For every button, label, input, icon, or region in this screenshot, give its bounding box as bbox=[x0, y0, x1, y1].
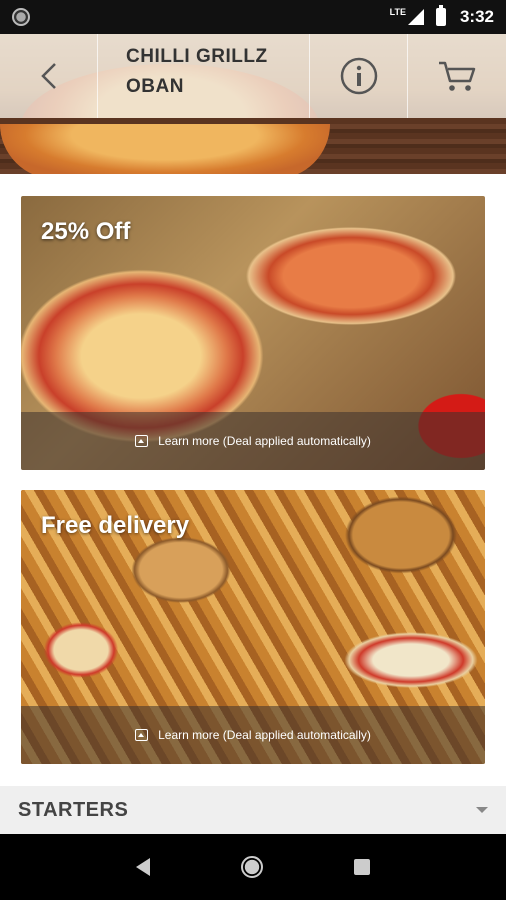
battery-icon bbox=[435, 5, 446, 26]
deal-learn-more[interactable]: Learn more (Deal applied automatically) bbox=[21, 412, 485, 470]
back-arrow-icon bbox=[40, 63, 56, 89]
deal-card-free-delivery[interactable]: Free delivery Learn more (Deal applied a… bbox=[21, 490, 485, 764]
system-navigation-bar bbox=[0, 834, 506, 900]
nav-recents-icon[interactable] bbox=[354, 859, 371, 875]
deal-learn-more-text: Learn more (Deal applied automatically) bbox=[158, 434, 371, 448]
signal-icon bbox=[407, 9, 424, 25]
info-button[interactable] bbox=[310, 34, 408, 118]
nav-home-icon[interactable] bbox=[240, 856, 263, 878]
cart-button[interactable] bbox=[408, 34, 506, 118]
notification-icon bbox=[12, 8, 30, 26]
deals-section: 25% Off Learn more (Deal applied automat… bbox=[0, 174, 506, 786]
deal-title: Free delivery bbox=[41, 512, 190, 539]
status-time: 3:32 bbox=[459, 7, 494, 26]
deal-learn-more-text: Learn more (Deal applied automatically) bbox=[158, 728, 371, 742]
status-indicators: LTE 3:32 bbox=[389, 5, 494, 27]
chevron-down-icon bbox=[476, 807, 488, 813]
expand-icon bbox=[135, 435, 149, 447]
expand-icon bbox=[135, 729, 149, 741]
deal-learn-more[interactable]: Learn more (Deal applied automatically) bbox=[21, 706, 485, 764]
menu-category-starters[interactable]: STARTERS bbox=[0, 786, 506, 834]
nav-back-icon[interactable] bbox=[135, 858, 150, 876]
back-button[interactable] bbox=[0, 34, 98, 118]
info-icon bbox=[340, 57, 377, 95]
restaurant-title: CHILLI GRILLZ OBAN bbox=[98, 34, 310, 118]
deal-title: 25% Off bbox=[41, 218, 131, 245]
cart-icon bbox=[439, 61, 476, 91]
status-bar: LTE 3:32 bbox=[0, 0, 506, 34]
deal-card-discount[interactable]: 25% Off Learn more (Deal applied automat… bbox=[21, 196, 485, 470]
hero-pizza-slice-image bbox=[0, 124, 330, 174]
menu-category-label: STARTERS bbox=[18, 798, 129, 821]
restaurant-name: CHILLI GRILLZ bbox=[126, 46, 268, 67]
network-type: LTE bbox=[389, 7, 406, 17]
restaurant-location: OBAN bbox=[126, 76, 184, 97]
app-toolbar: CHILLI GRILLZ OBAN bbox=[0, 34, 506, 118]
